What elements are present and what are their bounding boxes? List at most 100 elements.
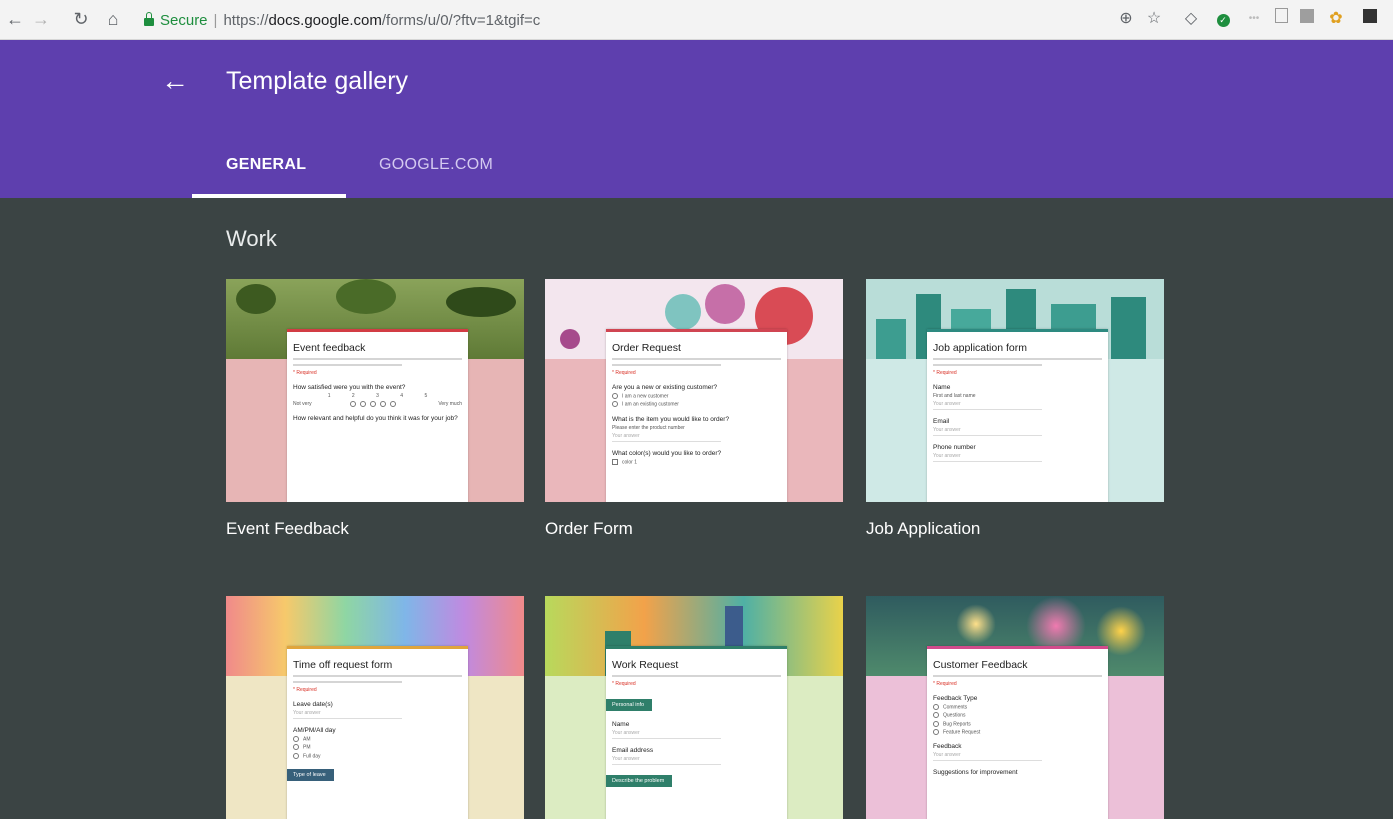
- template-thumbnail[interactable]: Event feedback * Required How satisfied …: [226, 279, 524, 502]
- form-description-line: [293, 681, 402, 683]
- page-extension-icon[interactable]: [1270, 8, 1292, 30]
- option-label: Questions: [943, 712, 966, 719]
- option-label: Full day: [303, 752, 321, 759]
- thumbnail-decoration: [446, 287, 516, 317]
- template-title[interactable]: Event Feedback: [226, 519, 349, 539]
- page-header: ← Template gallery GENERAL GOOGLE.COM: [0, 40, 1393, 198]
- active-tab-indicator: [192, 194, 346, 198]
- pdf-extension-icon[interactable]: [1296, 8, 1318, 30]
- form-preview-title: Time off request form: [293, 659, 393, 671]
- answer-field: Your answer: [612, 433, 721, 442]
- answer-field: Your answer: [933, 752, 1042, 762]
- option: Bug Reports: [933, 720, 1102, 727]
- tab-general[interactable]: GENERAL: [226, 156, 306, 174]
- back-arrow-icon[interactable]: ←: [158, 64, 192, 98]
- scale-value: 4: [400, 393, 404, 399]
- form-question: Are you a new or existing customer?: [612, 384, 718, 391]
- option: I am a new customer: [612, 393, 781, 399]
- required-note: * Required: [293, 370, 317, 376]
- radio-icon: [612, 401, 618, 408]
- answer-field: Your answer: [933, 453, 1042, 462]
- reload-icon[interactable]: ↻: [70, 8, 92, 30]
- browser-back-icon[interactable]: ←: [4, 8, 26, 30]
- option: AM: [293, 736, 462, 742]
- radio-icon: [293, 744, 299, 751]
- template-title[interactable]: Job Application: [866, 519, 980, 539]
- check-extension-icon[interactable]: ✓: [1212, 8, 1234, 30]
- form-question: Feedback: [933, 743, 962, 751]
- form-preview: Order Request * Required Are you a new o…: [606, 329, 787, 502]
- url-host: docs.google.com: [268, 11, 382, 29]
- form-description-line: [293, 675, 462, 677]
- form-question: How relevant and helpful do you think it…: [293, 415, 458, 423]
- thumbnail-decoration: [665, 294, 701, 330]
- form-question: Email address: [612, 747, 654, 754]
- form-accent-bar: [927, 329, 1108, 332]
- form-description-line: [933, 358, 1102, 360]
- form-preview: Event feedback * Required How satisfied …: [287, 329, 468, 502]
- browser-toolbar: ← → ↻ ⌂ Secure | https://docs.google.com…: [0, 0, 1393, 40]
- template-thumbnail[interactable]: Time off request form * Required Leave d…: [226, 596, 524, 819]
- section-ribbon: Describe the problem: [606, 775, 673, 787]
- scale-value: 3: [376, 393, 379, 399]
- template-thumbnail[interactable]: Order Request * Required Are you a new o…: [545, 279, 843, 502]
- home-icon[interactable]: ⌂: [102, 8, 124, 30]
- address-bar[interactable]: Secure | https://docs.google.com/forms/u…: [144, 7, 540, 33]
- form-description-line: [612, 364, 721, 366]
- form-question: AM/PM/All day: [293, 727, 336, 734]
- thumbnail-decoration: [336, 279, 396, 314]
- form-description-line: [293, 358, 462, 360]
- browser-forward-icon[interactable]: →: [30, 8, 52, 30]
- template-thumbnail[interactable]: Job application form * Required Name Fir…: [866, 279, 1164, 502]
- dots-extension-icon[interactable]: •••: [1243, 8, 1265, 30]
- option: color 1: [612, 458, 781, 465]
- color-extension-icon[interactable]: ✿: [1325, 8, 1347, 30]
- scale-low-label: Not very: [293, 401, 312, 407]
- form-question: Leave date(s): [293, 701, 333, 708]
- radio-icon: [612, 393, 618, 399]
- option-label: Feature Request: [943, 729, 981, 736]
- question-hint: Please enter the product number: [612, 424, 685, 431]
- form-question: What is the item you would like to order…: [612, 415, 730, 423]
- form-preview-title: Work Request: [612, 659, 679, 671]
- required-note: * Required: [612, 681, 636, 687]
- form-accent-bar: [287, 329, 468, 332]
- star-icon[interactable]: ☆: [1143, 8, 1165, 30]
- option: Questions: [933, 712, 1102, 719]
- form-preview-title: Job application form: [933, 342, 1027, 354]
- answer-field: Your answer: [293, 710, 402, 719]
- form-preview: Work Request * Required Personal info Na…: [606, 646, 787, 819]
- form-preview-title: Event feedback: [293, 342, 366, 354]
- required-note: * Required: [612, 370, 636, 376]
- form-question: Feedback Type: [933, 695, 978, 702]
- option: I am an existing customer: [612, 401, 781, 408]
- url-separator: |: [213, 11, 218, 29]
- option-label: Comments: [943, 704, 968, 711]
- zoom-icon[interactable]: ⊕: [1115, 8, 1137, 30]
- template-thumbnail[interactable]: Work Request * Required Personal info Na…: [545, 596, 843, 819]
- option-label: AM: [303, 736, 311, 743]
- radio-icon: [293, 752, 299, 759]
- scale-row: 1 2 3 4 5: [317, 393, 438, 399]
- radio-icons: [350, 401, 400, 407]
- thumbnail-decoration: [876, 319, 906, 359]
- template-thumbnail[interactable]: Customer Feedback * Required Feedback Ty…: [866, 596, 1164, 819]
- template-title[interactable]: Order Form: [545, 519, 633, 539]
- menu-extension-icon[interactable]: [1359, 8, 1381, 30]
- option: Comments: [933, 704, 1102, 710]
- extension-icon[interactable]: ◇: [1180, 8, 1202, 30]
- secure-label: Secure: [160, 11, 208, 29]
- required-note: * Required: [933, 681, 957, 687]
- form-preview-title: Customer Feedback: [933, 659, 1028, 671]
- option-label: PM: [303, 744, 311, 751]
- scale-high-label: Very much: [438, 401, 462, 407]
- scale-value: 5: [424, 393, 428, 399]
- option-label: color 1: [622, 458, 638, 465]
- answer-field: Your answer: [612, 730, 721, 739]
- form-accent-bar: [287, 646, 468, 649]
- page-title: Template gallery: [226, 67, 409, 95]
- form-preview: Time off request form * Required Leave d…: [287, 646, 468, 819]
- tab-google-com[interactable]: GOOGLE.COM: [379, 156, 493, 174]
- section-ribbon: Type of leave: [287, 768, 334, 781]
- url-path: /forms/u/0/?ftv=1&tgif=c: [381, 11, 541, 29]
